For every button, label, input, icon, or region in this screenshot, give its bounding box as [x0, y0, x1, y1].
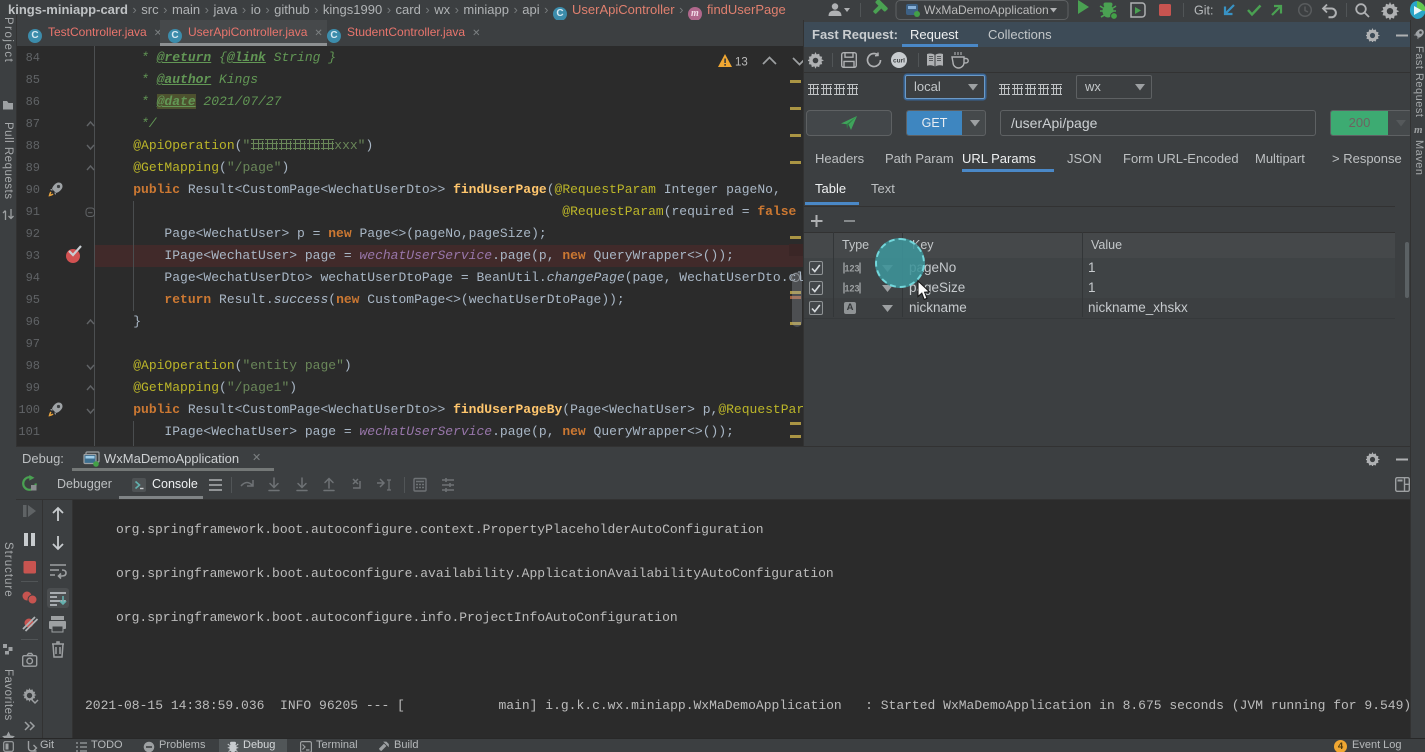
svg-text:Git:: Git: — [1194, 4, 1213, 18]
svg-text:123: 123 — [844, 284, 859, 294]
svg-text:123: 123 — [844, 264, 859, 274]
svg-text:curl: curl — [893, 58, 905, 65]
svg-text:WxMaDemoApplication: WxMaDemoApplication — [924, 3, 1049, 17]
svg-text:13: 13 — [735, 57, 748, 69]
